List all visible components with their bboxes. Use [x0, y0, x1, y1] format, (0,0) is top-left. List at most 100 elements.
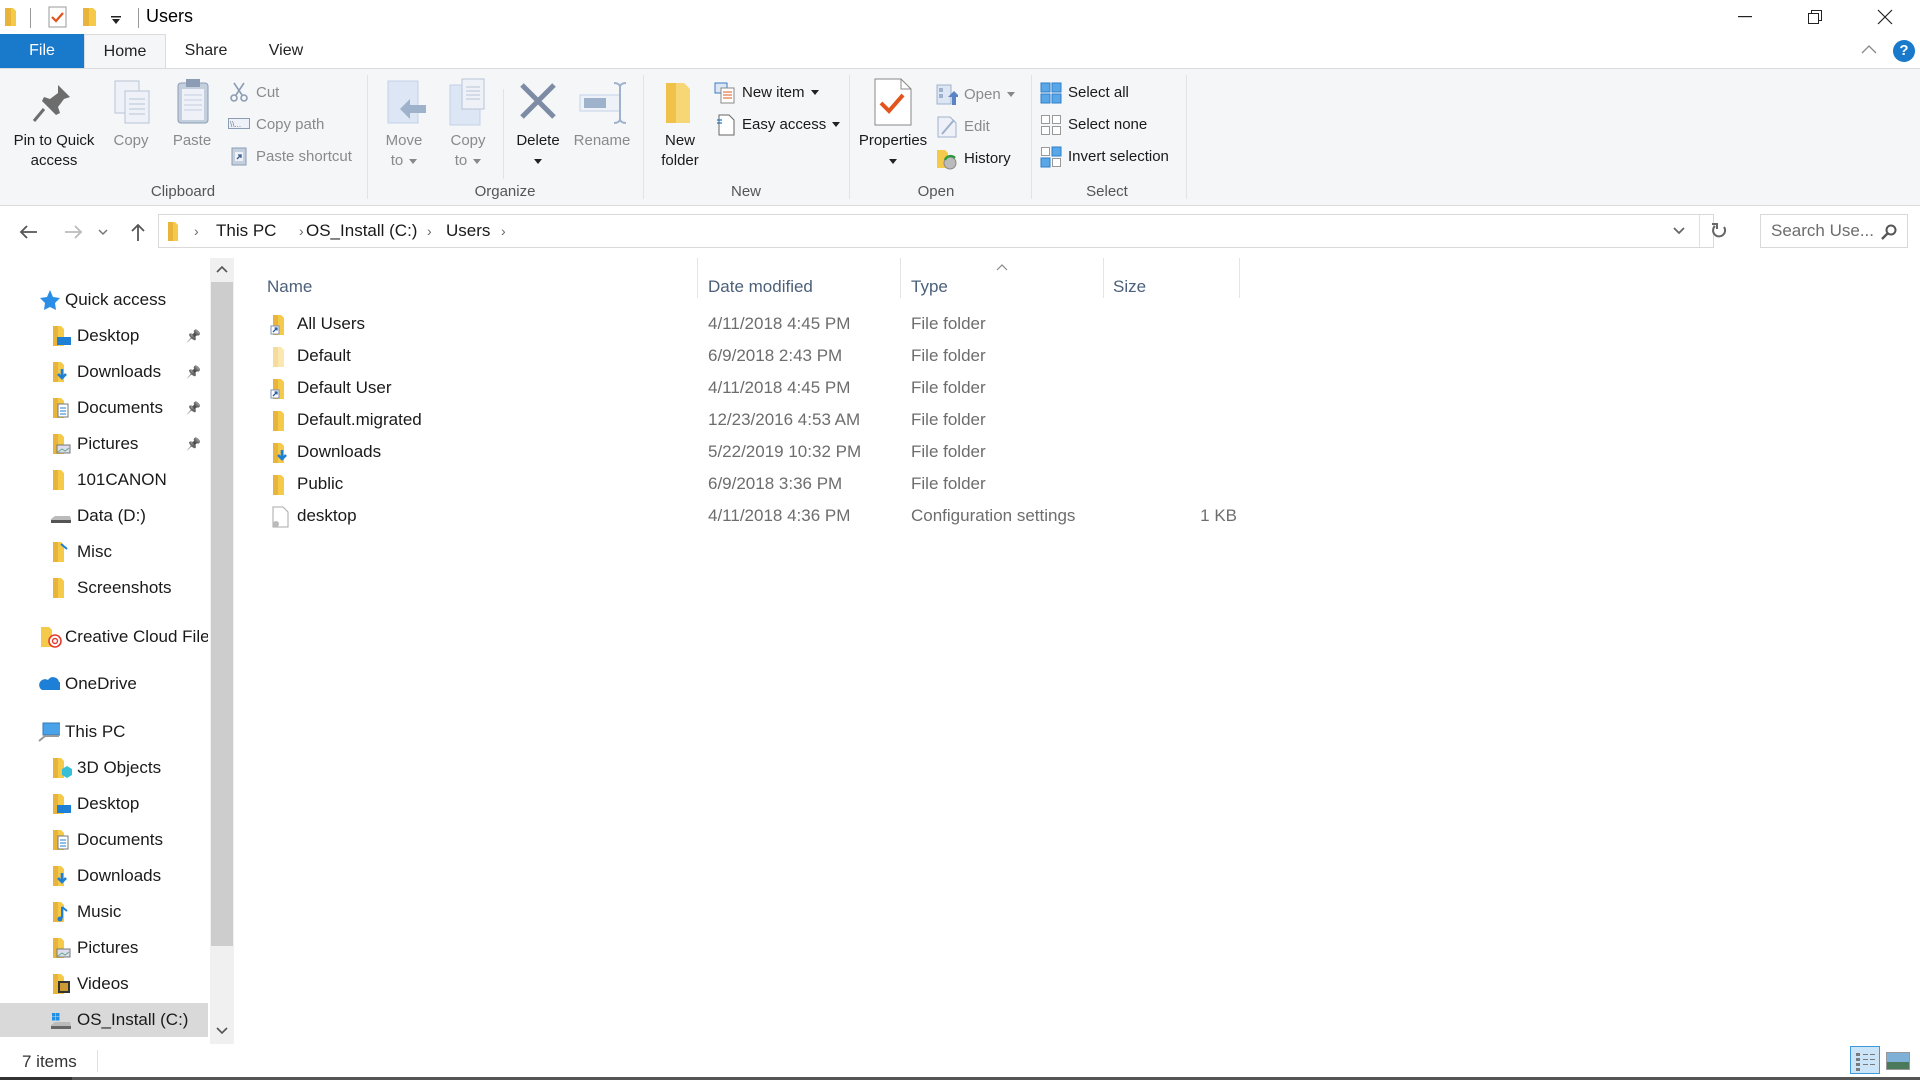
breadcrumb-separator[interactable]: › — [501, 223, 506, 239]
nav-item-data-d[interactable]: Data (D:) — [0, 499, 208, 533]
breadcrumb-os-install[interactable]: OS_Install (C:) — [306, 221, 417, 241]
properties-check-icon[interactable] — [48, 6, 68, 28]
column-header-date-modified[interactable]: Date modified — [708, 266, 813, 308]
file-row[interactable]: Default.migrated 12/23/2016 4:53 AM File f… — [262, 405, 1242, 437]
breadcrumb-this-pc[interactable]: This PC — [216, 221, 276, 241]
nav-item-misc[interactable]: Misc — [0, 535, 208, 569]
nav-item-screenshots[interactable]: Screenshots — [0, 571, 208, 605]
nav-item-documents[interactable]: Documents 📌 — [0, 391, 208, 425]
column-header-name[interactable]: Name — [267, 266, 312, 308]
downloads-folder-icon — [53, 362, 67, 382]
copy-button[interactable]: Copy — [106, 77, 156, 151]
pin-to-quick-access-button[interactable]: Pin to Quick access — [6, 77, 102, 171]
up-button[interactable] — [124, 218, 152, 246]
nav-onedrive[interactable]: OneDrive — [0, 667, 208, 701]
scroll-up-button[interactable] — [214, 262, 230, 280]
chevron-up-icon — [1861, 45, 1877, 54]
back-button[interactable] — [14, 218, 42, 246]
invert-selection-button[interactable]: Invert selection — [1040, 143, 1169, 169]
column-divider[interactable] — [697, 258, 698, 298]
copy-to-button[interactable]: Copy to — [440, 77, 496, 171]
column-header-size[interactable]: Size — [1113, 266, 1146, 308]
nav-item-pictures[interactable]: Pictures — [0, 931, 208, 965]
address-bar[interactable]: › This PC › OS_Install (C:) › Users › — [158, 214, 1727, 248]
new-folder-icon[interactable] — [82, 6, 98, 28]
nav-this-pc[interactable]: This PC — [0, 715, 208, 749]
column-divider[interactable] — [1103, 258, 1104, 298]
breadcrumb-separator[interactable]: › — [299, 223, 304, 239]
file-row[interactable]: desktop 4/11/2018 4:36 PM Configuration se… — [262, 501, 1242, 533]
nav-item-101canon[interactable]: 101CANON — [0, 463, 208, 497]
paste-button[interactable]: Paste — [166, 77, 218, 151]
pin-icon[interactable]: 📌 — [186, 437, 201, 451]
history-button[interactable]: History — [936, 145, 1011, 171]
open-button[interactable]: Open — [936, 81, 1015, 107]
customize-qat-dropdown[interactable] — [110, 12, 122, 30]
forward-button[interactable] — [60, 218, 88, 246]
properties-button[interactable]: Properties — [854, 77, 932, 171]
tab-file[interactable]: File — [0, 34, 84, 68]
new-item-button[interactable]: New item — [714, 79, 819, 105]
nav-quick-access[interactable]: Quick access — [0, 283, 208, 317]
column-header-type[interactable]: Type — [911, 266, 948, 308]
breadcrumb-users[interactable]: Users — [446, 221, 490, 241]
new-folder-button[interactable]: New folder — [654, 77, 706, 171]
restore-button[interactable] — [1780, 0, 1850, 34]
file-row[interactable]: All Users 4/11/2018 4:45 PM File folder — [262, 309, 1242, 341]
nav-item-desktop[interactable]: Desktop — [0, 787, 208, 821]
file-row[interactable]: Default 6/9/2018 2:43 PM File folder — [262, 341, 1242, 373]
scrollbar-thumb[interactable] — [211, 282, 233, 946]
minimize-ribbon-button[interactable] — [1860, 42, 1878, 60]
pin-icon[interactable]: 📌 — [186, 329, 201, 343]
invert-selection-icon — [1040, 146, 1062, 168]
address-history-dropdown[interactable] — [1659, 215, 1699, 247]
breadcrumb-separator[interactable]: › — [427, 223, 432, 239]
rename-button[interactable]: Rename — [570, 77, 634, 151]
nav-item-os-install-c[interactable]: OS_Install (C:) — [0, 1003, 208, 1037]
column-divider[interactable] — [900, 258, 901, 298]
tab-view[interactable]: View — [246, 34, 326, 68]
nav-creative-cloud-files[interactable]: Creative Cloud Files — [0, 620, 208, 654]
large-icons-view-button[interactable] — [1886, 1052, 1910, 1070]
tab-home[interactable]: Home — [84, 34, 166, 69]
nav-item-pictures[interactable]: Pictures 📌 — [0, 427, 208, 461]
file-row[interactable]: Default User 4/11/2018 4:45 PM File folder — [262, 373, 1242, 405]
column-divider[interactable] — [1239, 258, 1240, 298]
config-file-icon — [272, 506, 289, 528]
select-all-button[interactable]: Select all — [1040, 79, 1129, 105]
nav-item-3d-objects[interactable]: 3D Objects — [0, 751, 208, 785]
nav-item-downloads[interactable]: Downloads 📌 — [0, 355, 208, 389]
nav-item-desktop[interactable]: Desktop 📌 — [0, 319, 208, 353]
cut-button[interactable]: Cut — [228, 79, 279, 105]
scroll-down-button[interactable] — [214, 1024, 230, 1042]
nav-item-documents[interactable]: Documents — [0, 823, 208, 857]
minimize-button[interactable] — [1710, 0, 1780, 34]
edit-button[interactable]: Edit — [936, 113, 990, 139]
refresh-button[interactable] — [1699, 215, 1739, 247]
easy-access-button[interactable]: Easy access — [714, 111, 841, 137]
help-button[interactable]: ? — [1893, 40, 1915, 62]
pin-icon[interactable]: 📌 — [186, 401, 201, 415]
search-input[interactable]: Search Use... — [1760, 214, 1908, 248]
select-none-button[interactable]: Select none — [1040, 111, 1147, 137]
help-icon: ? — [1899, 42, 1909, 59]
divider — [138, 8, 139, 28]
file-name: All Users — [297, 314, 366, 333]
folder-icon — [5, 8, 16, 26]
svg-text:\\...: \\... — [230, 120, 241, 129]
tab-share[interactable]: Share — [166, 34, 246, 68]
delete-button[interactable]: Delete — [512, 77, 564, 171]
close-button[interactable] — [1850, 0, 1920, 34]
nav-item-videos[interactable]: Videos — [0, 967, 208, 1001]
file-row[interactable]: Downloads 5/22/2019 10:32 PM File folder — [262, 437, 1242, 469]
move-to-button[interactable]: Move to — [378, 77, 430, 171]
file-row[interactable]: Public 6/9/2018 3:36 PM File folder — [262, 469, 1242, 501]
pin-icon[interactable]: 📌 — [186, 365, 201, 379]
details-view-button[interactable] — [1850, 1046, 1880, 1074]
paste-shortcut-button[interactable]: Paste shortcut — [228, 143, 352, 169]
nav-item-music[interactable]: Music — [0, 895, 208, 929]
nav-item-downloads[interactable]: Downloads — [0, 859, 208, 893]
recent-locations-dropdown[interactable] — [94, 218, 112, 246]
breadcrumb-separator[interactable]: › — [194, 223, 199, 239]
copy-path-button[interactable]: \\... Copy path — [228, 111, 324, 137]
